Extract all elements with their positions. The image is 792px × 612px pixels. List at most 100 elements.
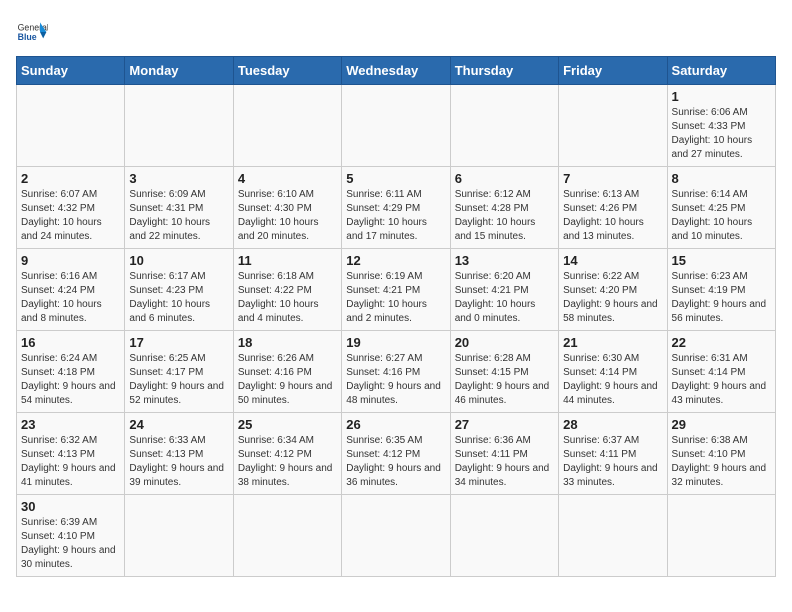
day-number: 3 <box>129 171 228 186</box>
calendar-cell: 6 Sunrise: 6:12 AM Sunset: 4:28 PM Daylig… <box>450 167 558 249</box>
day-number: 11 <box>238 253 337 268</box>
weekday-header-thursday: Thursday <box>450 57 558 85</box>
calendar-cell: 17Sunrise: 6:25 AM Sunset: 4:17 PM Dayli… <box>125 331 233 413</box>
calendar-cell <box>125 495 233 577</box>
calendar-cell: 1 Sunrise: 6:06 AM Sunset: 4:33 PM Daylig… <box>667 85 775 167</box>
day-number: 15 <box>672 253 771 268</box>
day-info: Sunrise: 6:27 AM Sunset: 4:16 PM Dayligh… <box>346 352 445 408</box>
calendar-cell: 29Sunrise: 6:38 AM Sunset: 4:10 PM Dayli… <box>667 413 775 495</box>
day-number: 10 <box>129 253 228 268</box>
day-number: 9 <box>21 253 120 268</box>
calendar-week-row: 23Sunrise: 6:32 AM Sunset: 4:13 PM Dayli… <box>17 413 776 495</box>
calendar-cell: 15 Sunrise: 6:23 AM Sunset: 4:19 PM Dayli… <box>667 249 775 331</box>
calendar-cell: 14Sunrise: 6:22 AM Sunset: 4:20 PM Dayli… <box>559 249 667 331</box>
day-number: 1 <box>672 89 771 104</box>
calendar-cell: 26Sunrise: 6:35 AM Sunset: 4:12 PM Dayli… <box>342 413 450 495</box>
calendar-cell: 19 Sunrise: 6:27 AM Sunset: 4:16 PM Dayli… <box>342 331 450 413</box>
day-number: 6 <box>455 171 554 186</box>
calendar-week-row: 16 Sunrise: 6:24 AM Sunset: 4:18 PM Dayli… <box>17 331 776 413</box>
calendar-cell: 22 Sunrise: 6:31 AM Sunset: 4:14 PM Dayli… <box>667 331 775 413</box>
calendar-week-row: 9 Sunrise: 6:16 AM Sunset: 4:24 PM Daylig… <box>17 249 776 331</box>
day-number: 20 <box>455 335 554 350</box>
calendar-cell: 7 Sunrise: 6:13 AM Sunset: 4:26 PM Daylig… <box>559 167 667 249</box>
weekday-header-row: SundayMondayTuesdayWednesdayThursdayFrid… <box>17 57 776 85</box>
day-info: Sunrise: 6:13 AM Sunset: 4:26 PM Dayligh… <box>563 188 662 244</box>
calendar-cell <box>342 495 450 577</box>
day-number: 2 <box>21 171 120 186</box>
calendar-cell <box>450 495 558 577</box>
day-number: 22 <box>672 335 771 350</box>
day-info: Sunrise: 6:33 AM Sunset: 4:13 PM Dayligh… <box>129 434 228 490</box>
day-info: Sunrise: 6:26 AM Sunset: 4:16 PM Dayligh… <box>238 352 337 408</box>
weekday-header-wednesday: Wednesday <box>342 57 450 85</box>
day-number: 24 <box>129 417 228 432</box>
calendar-cell: 18 Sunrise: 6:26 AM Sunset: 4:16 PM Dayli… <box>233 331 341 413</box>
svg-text:Blue: Blue <box>18 32 37 42</box>
calendar-cell <box>342 85 450 167</box>
day-info: Sunrise: 6:34 AM Sunset: 4:12 PM Dayligh… <box>238 434 337 490</box>
calendar-cell <box>667 495 775 577</box>
day-info: Sunrise: 6:09 AM Sunset: 4:31 PM Dayligh… <box>129 188 228 244</box>
day-number: 30 <box>21 499 120 514</box>
day-number: 14 <box>563 253 662 268</box>
logo: General Blue <box>16 16 48 48</box>
calendar-cell: 25 Sunrise: 6:34 AM Sunset: 4:12 PM Dayli… <box>233 413 341 495</box>
day-info: Sunrise: 6:14 AM Sunset: 4:25 PM Dayligh… <box>672 188 771 244</box>
day-info: Sunrise: 6:11 AM Sunset: 4:29 PM Dayligh… <box>346 188 445 244</box>
page-header: General Blue <box>16 16 776 48</box>
day-number: 23 <box>21 417 120 432</box>
day-info: Sunrise: 6:31 AM Sunset: 4:14 PM Dayligh… <box>672 352 771 408</box>
day-number: 28 <box>563 417 662 432</box>
day-number: 19 <box>346 335 445 350</box>
calendar-cell: 16 Sunrise: 6:24 AM Sunset: 4:18 PM Dayli… <box>17 331 125 413</box>
calendar-cell: 28 Sunrise: 6:37 AM Sunset: 4:11 PM Dayli… <box>559 413 667 495</box>
calendar-cell: 5 Sunrise: 6:11 AM Sunset: 4:29 PM Daylig… <box>342 167 450 249</box>
calendar-table: SundayMondayTuesdayWednesdayThursdayFrid… <box>16 56 776 577</box>
calendar-cell <box>233 495 341 577</box>
day-info: Sunrise: 6:36 AM Sunset: 4:11 PM Dayligh… <box>455 434 554 490</box>
calendar-cell: 13Sunrise: 6:20 AM Sunset: 4:21 PM Dayli… <box>450 249 558 331</box>
day-info: Sunrise: 6:17 AM Sunset: 4:23 PM Dayligh… <box>129 270 228 326</box>
weekday-header-tuesday: Tuesday <box>233 57 341 85</box>
calendar-cell <box>17 85 125 167</box>
calendar-cell: 3 Sunrise: 6:09 AM Sunset: 4:31 PM Daylig… <box>125 167 233 249</box>
calendar-cell: 11 Sunrise: 6:18 AM Sunset: 4:22 PM Dayli… <box>233 249 341 331</box>
calendar-cell: 30 Sunrise: 6:39 AM Sunset: 4:10 PM Dayli… <box>17 495 125 577</box>
day-number: 7 <box>563 171 662 186</box>
calendar-cell: 10 Sunrise: 6:17 AM Sunset: 4:23 PM Dayli… <box>125 249 233 331</box>
day-info: Sunrise: 6:28 AM Sunset: 4:15 PM Dayligh… <box>455 352 554 408</box>
day-number: 16 <box>21 335 120 350</box>
day-number: 18 <box>238 335 337 350</box>
calendar-cell: 24 Sunrise: 6:33 AM Sunset: 4:13 PM Dayli… <box>125 413 233 495</box>
day-info: Sunrise: 6:10 AM Sunset: 4:30 PM Dayligh… <box>238 188 337 244</box>
generalblue-logo-icon: General Blue <box>16 16 48 48</box>
calendar-cell: 8Sunrise: 6:14 AM Sunset: 4:25 PM Daylig… <box>667 167 775 249</box>
day-info: Sunrise: 6:37 AM Sunset: 4:11 PM Dayligh… <box>563 434 662 490</box>
day-info: Sunrise: 6:19 AM Sunset: 4:21 PM Dayligh… <box>346 270 445 326</box>
calendar-cell: 12 Sunrise: 6:19 AM Sunset: 4:21 PM Dayli… <box>342 249 450 331</box>
day-info: Sunrise: 6:23 AM Sunset: 4:19 PM Dayligh… <box>672 270 771 326</box>
day-number: 12 <box>346 253 445 268</box>
calendar-cell <box>125 85 233 167</box>
day-info: Sunrise: 6:18 AM Sunset: 4:22 PM Dayligh… <box>238 270 337 326</box>
day-number: 5 <box>346 171 445 186</box>
day-number: 25 <box>238 417 337 432</box>
day-number: 4 <box>238 171 337 186</box>
day-info: Sunrise: 6:24 AM Sunset: 4:18 PM Dayligh… <box>21 352 120 408</box>
day-info: Sunrise: 6:16 AM Sunset: 4:24 PM Dayligh… <box>21 270 120 326</box>
day-info: Sunrise: 6:07 AM Sunset: 4:32 PM Dayligh… <box>21 188 120 244</box>
day-number: 17 <box>129 335 228 350</box>
day-info: Sunrise: 6:39 AM Sunset: 4:10 PM Dayligh… <box>21 516 120 572</box>
calendar-cell: 23Sunrise: 6:32 AM Sunset: 4:13 PM Dayli… <box>17 413 125 495</box>
calendar-cell <box>233 85 341 167</box>
weekday-header-friday: Friday <box>559 57 667 85</box>
day-number: 27 <box>455 417 554 432</box>
day-info: Sunrise: 6:12 AM Sunset: 4:28 PM Dayligh… <box>455 188 554 244</box>
day-info: Sunrise: 6:06 AM Sunset: 4:33 PM Dayligh… <box>672 106 771 162</box>
day-info: Sunrise: 6:35 AM Sunset: 4:12 PM Dayligh… <box>346 434 445 490</box>
calendar-cell: 20 Sunrise: 6:28 AM Sunset: 4:15 PM Dayli… <box>450 331 558 413</box>
calendar-cell: 2 Sunrise: 6:07 AM Sunset: 4:32 PM Daylig… <box>17 167 125 249</box>
calendar-cell: 9 Sunrise: 6:16 AM Sunset: 4:24 PM Daylig… <box>17 249 125 331</box>
calendar-cell <box>559 495 667 577</box>
calendar-cell <box>559 85 667 167</box>
